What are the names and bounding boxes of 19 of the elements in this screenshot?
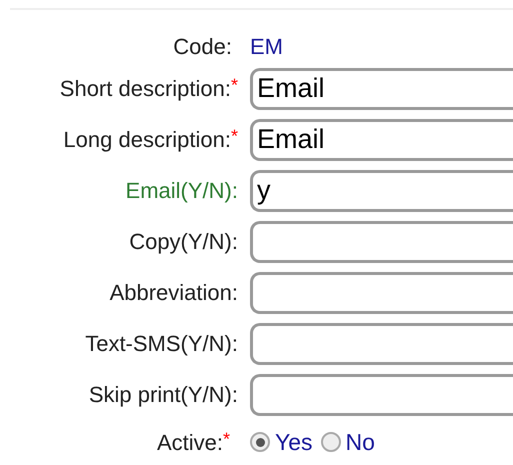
field-label: Email(Y/N): — [124, 177, 239, 205]
field-label: Active:* — [156, 428, 231, 456]
text-field[interactable] — [250, 220, 513, 262]
code-value: EM — [250, 32, 283, 60]
text-field[interactable]: Email — [250, 68, 513, 110]
text-field[interactable] — [250, 374, 513, 416]
field-label: Text-SMS(Y/N): — [84, 330, 239, 358]
field-label: Abbreviation: — [108, 279, 239, 307]
radio-option[interactable]: Yes — [250, 424, 313, 460]
text-field[interactable] — [250, 322, 513, 364]
field-label: Short description:* — [58, 74, 239, 103]
field-label: Code: — [172, 32, 233, 60]
text-field[interactable]: y — [250, 170, 513, 212]
field-label: Long description:* — [62, 125, 239, 154]
text-field[interactable]: Email — [250, 118, 513, 160]
text-field[interactable] — [250, 272, 513, 314]
field-label: Skip print(Y/N): — [88, 381, 239, 409]
field-label: Copy(Y/N): — [128, 228, 239, 256]
radio-option[interactable]: No — [320, 424, 375, 460]
